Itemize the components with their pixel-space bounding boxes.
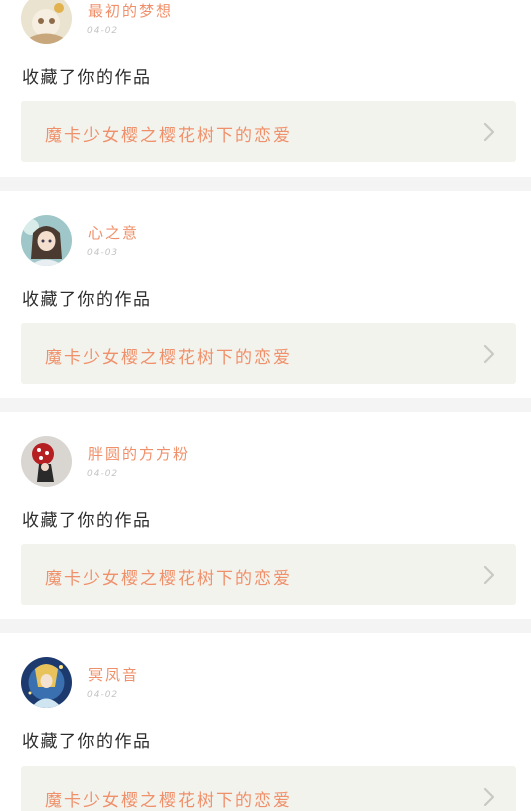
work-link[interactable]: 魔卡少女樱之樱花树下的恋爱 xyxy=(21,101,516,162)
username[interactable]: 心之意 xyxy=(88,222,139,243)
timestamp: 04-02 xyxy=(87,690,119,700)
timestamp: 04-03 xyxy=(87,248,119,258)
avatar-illustration-icon xyxy=(21,0,72,44)
action-text: 收藏了你的作品 xyxy=(22,290,152,310)
avatar-red-dot-figure-icon xyxy=(21,436,72,487)
user-avatar[interactable] xyxy=(21,215,72,266)
chevron-right-icon xyxy=(483,565,495,585)
work-link[interactable]: 魔卡少女樱之樱花树下的恋爱 xyxy=(21,544,516,605)
avatar-girl-teal-icon xyxy=(21,215,72,266)
work-title: 魔卡少女樱之樱花树下的恋爱 xyxy=(45,791,292,811)
work-link[interactable]: 魔卡少女樱之樱花树下的恋爱 xyxy=(21,766,516,811)
action-text: 收藏了你的作品 xyxy=(22,511,152,531)
chevron-right-icon xyxy=(483,787,495,807)
chevron-right-icon xyxy=(483,122,495,142)
chevron-right-icon xyxy=(483,344,495,364)
notification-card: 心之意 04-03 收藏了你的作品 魔卡少女樱之樱花树下的恋爱 xyxy=(0,191,531,398)
work-title: 魔卡少女樱之樱花树下的恋爱 xyxy=(45,569,292,589)
work-title: 魔卡少女樱之樱花树下的恋爱 xyxy=(45,348,292,368)
user-avatar[interactable] xyxy=(21,0,72,44)
username[interactable]: 最初的梦想 xyxy=(88,0,173,21)
username[interactable]: 胖圆的方方粉 xyxy=(88,443,190,464)
user-avatar[interactable] xyxy=(21,657,72,708)
user-avatar[interactable] xyxy=(21,436,72,487)
avatar-blue-gold-icon xyxy=(21,657,72,708)
action-text: 收藏了你的作品 xyxy=(22,68,152,88)
notification-card: 胖圆的方方粉 04-02 收藏了你的作品 魔卡少女樱之樱花树下的恋爱 xyxy=(0,412,531,619)
work-title: 魔卡少女樱之樱花树下的恋爱 xyxy=(45,126,292,146)
timestamp: 04-02 xyxy=(87,26,119,36)
action-text: 收藏了你的作品 xyxy=(22,732,152,752)
notification-card: 冥凤音 04-02 收藏了你的作品 魔卡少女樱之樱花树下的恋爱 xyxy=(0,633,531,811)
notification-feed: 最初的梦想 04-02 收藏了你的作品 魔卡少女樱之樱花树下的恋爱 心之意 04… xyxy=(0,0,531,811)
notification-card: 最初的梦想 04-02 收藏了你的作品 魔卡少女樱之樱花树下的恋爱 xyxy=(0,0,531,177)
username[interactable]: 冥凤音 xyxy=(88,664,139,685)
timestamp: 04-02 xyxy=(87,469,119,479)
work-link[interactable]: 魔卡少女樱之樱花树下的恋爱 xyxy=(21,323,516,384)
